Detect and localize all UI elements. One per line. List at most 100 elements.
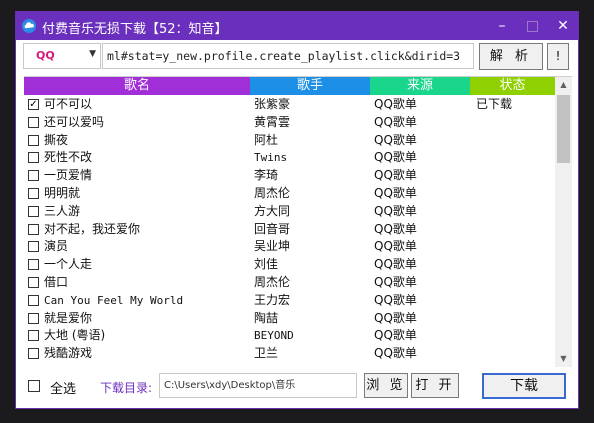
song-source: QQ歌单 xyxy=(374,150,417,165)
song-source: QQ歌单 xyxy=(374,328,417,343)
song-status xyxy=(476,345,553,363)
table-row[interactable]: 撕夜 阿杜 QQ歌单 xyxy=(24,132,555,150)
song-artist: 吴业坤 xyxy=(254,239,291,254)
header-source[interactable]: 来源 xyxy=(370,77,470,95)
table-row[interactable]: 演员 吴业坤 QQ歌单 xyxy=(24,238,555,256)
song-name: 借口 xyxy=(44,274,69,289)
song-artist: BEYOND xyxy=(254,329,294,343)
song-artist: 张紫豪 xyxy=(254,97,291,111)
scroll-down-icon[interactable]: ▼ xyxy=(555,351,572,367)
song-source: QQ歌单 xyxy=(374,185,417,200)
song-name: 残酷游戏 xyxy=(44,346,93,361)
row-checkbox[interactable] xyxy=(28,348,39,360)
song-status xyxy=(476,310,553,328)
browse-button[interactable]: 浏 览 xyxy=(364,373,408,398)
song-list: 歌名 歌手 来源 状态 ✓ 可不可以 张紫豪 QQ歌单 已下载 还可以爱吗 黄霄雲 QQ歌单撕… xyxy=(24,76,572,367)
table-row[interactable]: ✓ 可不可以 张紫豪 QQ歌单 已下载 xyxy=(24,96,555,114)
table-row[interactable]: 三人游 方大同 QQ歌单 xyxy=(24,203,555,221)
row-checkbox[interactable] xyxy=(28,134,39,146)
table-row[interactable]: 就是爱你 陶喆 QQ歌单 xyxy=(24,310,555,328)
maximize-icon xyxy=(526,20,538,32)
dropdown-arrow-icon: ▼ xyxy=(89,49,96,59)
scroll-up-icon[interactable]: ▲ xyxy=(555,77,572,93)
header-artist[interactable]: 歌手 xyxy=(250,77,370,95)
scroll-thumb[interactable] xyxy=(557,95,570,163)
song-artist: 周杰伦 xyxy=(254,274,291,289)
song-status xyxy=(476,292,553,310)
list-header: 歌名 歌手 来源 状态 xyxy=(24,77,555,95)
table-row[interactable]: 一个人走 刘佳 QQ歌单 xyxy=(24,256,555,274)
row-checkbox[interactable] xyxy=(28,205,39,217)
song-artist: 周杰伦 xyxy=(254,185,291,200)
song-artist: 黄霄雲 xyxy=(254,114,291,129)
table-row[interactable]: 借口 周杰伦 QQ歌单 xyxy=(24,274,555,292)
row-checkbox[interactable] xyxy=(28,259,39,271)
row-checkbox[interactable] xyxy=(28,330,39,342)
song-name: 可不可以 xyxy=(44,97,93,111)
song-source: QQ歌单 xyxy=(374,274,417,289)
header-song-name[interactable]: 歌名 xyxy=(24,77,250,95)
row-checkbox[interactable] xyxy=(28,312,39,324)
minimize-button[interactable]: – xyxy=(488,12,516,40)
footer-bar: 全选 下载目录: C:\Users\xdy\Desktop\音乐 浏 览 打 开… xyxy=(16,368,578,406)
song-artist: 陶喆 xyxy=(254,310,279,325)
download-dir-label: 下载目录: xyxy=(100,381,153,395)
open-button[interactable]: 打 开 xyxy=(411,373,459,398)
app-window: 付费音乐无损下载【52：知音】 – ✕ QQ ▼ ml#stat=y_new.p… xyxy=(16,12,578,408)
song-name: 演员 xyxy=(44,239,69,254)
download-dir-input[interactable]: C:\Users\xdy\Desktop\音乐 xyxy=(159,373,357,398)
song-status xyxy=(476,274,553,292)
song-name: 一页爱情 xyxy=(44,168,93,183)
parse-button[interactable]: 解 析 xyxy=(479,43,543,70)
maximize-button xyxy=(518,12,546,40)
table-row[interactable]: 大地 (粤语) BEYOND QQ歌单 xyxy=(24,327,555,345)
select-all-label: 全选 xyxy=(50,382,77,397)
song-artist: 刘佳 xyxy=(254,257,279,272)
row-checkbox[interactable] xyxy=(28,152,39,164)
song-status xyxy=(476,185,553,203)
select-all-checkbox[interactable] xyxy=(28,380,40,392)
table-row[interactable]: Can You Feel My World 王力宏 QQ歌单 xyxy=(24,292,555,310)
song-source: QQ歌单 xyxy=(374,203,417,218)
title-bar[interactable]: 付费音乐无损下载【52：知音】 – ✕ xyxy=(16,12,578,40)
row-checkbox[interactable] xyxy=(28,187,39,199)
download-button[interactable]: 下载 xyxy=(482,373,566,399)
song-source: QQ歌单 xyxy=(374,97,417,111)
row-checkbox[interactable]: ✓ xyxy=(28,99,39,110)
source-select[interactable]: QQ ▼ xyxy=(23,43,101,69)
row-checkbox[interactable] xyxy=(28,241,39,253)
table-row[interactable]: 还可以爱吗 黄霄雲 QQ歌单 xyxy=(24,114,555,132)
table-row[interactable]: 死性不改 Twins QQ歌单 xyxy=(24,149,555,167)
row-checkbox[interactable] xyxy=(28,116,39,128)
song-source: QQ歌单 xyxy=(374,257,417,272)
song-status xyxy=(476,256,553,274)
song-status: 已下载 xyxy=(476,97,513,111)
source-select-value: QQ xyxy=(36,49,55,62)
row-checkbox[interactable] xyxy=(28,276,39,288)
table-row[interactable]: 一页爱情 李琦 QQ歌单 xyxy=(24,167,555,185)
table-row[interactable]: 残酷游戏 卫兰 QQ歌单 xyxy=(24,345,555,363)
table-row[interactable]: 对不起，我还爱你 回音哥 QQ歌单 xyxy=(24,221,555,239)
close-button[interactable]: ✕ xyxy=(549,12,577,40)
song-source: QQ歌单 xyxy=(374,310,417,325)
song-status xyxy=(476,114,553,132)
row-checkbox[interactable] xyxy=(28,170,39,182)
song-name: 明明就 xyxy=(44,185,81,200)
song-status xyxy=(476,327,553,345)
row-checkbox[interactable] xyxy=(28,294,39,306)
header-status[interactable]: 状态 xyxy=(470,77,555,95)
song-name: 一个人走 xyxy=(44,257,93,272)
song-source: QQ歌单 xyxy=(374,168,417,183)
url-input[interactable]: ml#stat=y_new.profile.create_playlist.cl… xyxy=(102,43,474,69)
song-source: QQ歌单 xyxy=(374,221,417,236)
song-artist: 方大同 xyxy=(254,203,291,218)
song-name: 对不起，我还爱你 xyxy=(44,221,141,236)
info-button[interactable]: ! xyxy=(547,43,569,70)
table-row[interactable]: 明明就 周杰伦 QQ歌单 xyxy=(24,185,555,203)
row-checkbox[interactable] xyxy=(28,223,39,235)
song-artist: 阿杜 xyxy=(254,132,279,147)
song-status xyxy=(476,203,553,221)
song-name: 三人游 xyxy=(44,203,81,218)
song-source: QQ歌单 xyxy=(374,114,417,129)
vertical-scrollbar[interactable]: ▲ ▼ xyxy=(555,77,572,367)
